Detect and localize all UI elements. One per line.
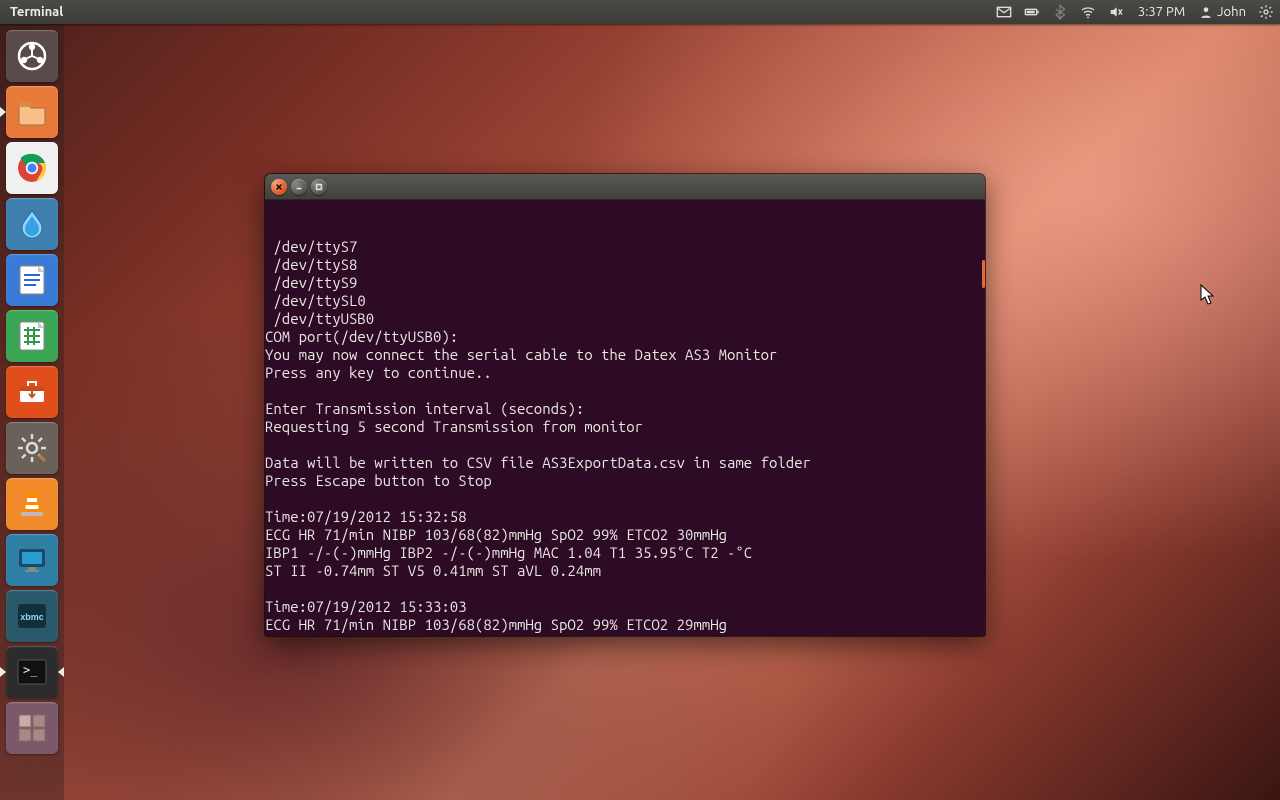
maximize-icon: [315, 183, 323, 191]
battery-indicator[interactable]: [1018, 0, 1046, 24]
unity-launcher: xbmc >_: [0, 24, 64, 800]
launcher-item-xbmc[interactable]: xbmc: [6, 590, 58, 642]
launcher-item-libreoffice-writer[interactable]: [6, 254, 58, 306]
top-panel: Terminal 3:37 PM John: [0, 0, 1280, 24]
window-maximize-button[interactable]: [311, 179, 327, 195]
remmina-icon: [14, 542, 50, 578]
active-app-title: Terminal: [0, 5, 73, 19]
running-pip: [0, 107, 6, 117]
window-titlebar[interactable]: [265, 174, 985, 200]
launcher-item-vlc[interactable]: [6, 478, 58, 530]
workspace-switcher-icon: [14, 710, 50, 746]
terminal-window[interactable]: /dev/ttyS7 /dev/ttyS8 /dev/ttyS9 /dev/tt…: [265, 174, 985, 636]
battery-icon: [1024, 4, 1040, 20]
user-name: John: [1217, 5, 1246, 19]
vlc-icon: [14, 486, 50, 522]
session-indicator[interactable]: [1252, 0, 1280, 24]
window-minimize-button[interactable]: [291, 179, 307, 195]
svg-text:>_: >_: [23, 663, 38, 677]
terminal-icon: >_: [14, 654, 50, 690]
gear-icon: [1258, 4, 1274, 20]
user-icon: [1199, 5, 1213, 19]
launcher-item-google-chrome[interactable]: [6, 142, 58, 194]
mail-icon: [996, 4, 1012, 20]
close-icon: [275, 183, 283, 191]
launcher-item-files-nautilus[interactable]: [6, 86, 58, 138]
clock[interactable]: 3:37 PM: [1130, 5, 1193, 19]
files-nautilus-icon: [14, 94, 50, 130]
google-chrome-icon: [14, 150, 50, 186]
mail-indicator[interactable]: [990, 0, 1018, 24]
launcher-item-workspace-switcher[interactable]: [6, 702, 58, 754]
terminal-output[interactable]: /dev/ttyS7 /dev/ttyS8 /dev/ttyS9 /dev/tt…: [265, 200, 985, 636]
deluge-icon: [14, 206, 50, 242]
mouse-cursor: [1200, 284, 1216, 306]
minimize-icon: [295, 183, 303, 191]
system-settings-icon: [14, 430, 50, 466]
launcher-item-libreoffice-calc[interactable]: [6, 310, 58, 362]
scrollbar-thumb[interactable]: [982, 260, 985, 288]
launcher-item-dash-home[interactable]: [6, 30, 58, 82]
launcher-item-terminal[interactable]: >_: [6, 646, 58, 698]
svg-text:xbmc: xbmc: [20, 612, 44, 622]
wifi-icon: [1080, 4, 1096, 20]
active-pip: [58, 667, 64, 677]
launcher-item-remmina[interactable]: [6, 534, 58, 586]
dash-home-icon: [14, 38, 50, 74]
xbmc-icon: xbmc: [14, 598, 50, 634]
volume-icon: [1108, 4, 1124, 20]
libreoffice-calc-icon: [14, 318, 50, 354]
launcher-item-ubuntu-software[interactable]: [6, 366, 58, 418]
launcher-item-system-settings[interactable]: [6, 422, 58, 474]
bluetooth-icon: [1052, 4, 1068, 20]
libreoffice-writer-icon: [14, 262, 50, 298]
user-menu[interactable]: John: [1193, 5, 1252, 19]
network-indicator[interactable]: [1074, 0, 1102, 24]
window-close-button[interactable]: [271, 179, 287, 195]
running-pip: [0, 667, 6, 677]
ubuntu-software-icon: [14, 374, 50, 410]
bluetooth-indicator[interactable]: [1046, 0, 1074, 24]
volume-indicator[interactable]: [1102, 0, 1130, 24]
launcher-item-deluge[interactable]: [6, 198, 58, 250]
terminal-text: /dev/ttyS7 /dev/ttyS8 /dev/ttyS9 /dev/tt…: [265, 238, 985, 636]
